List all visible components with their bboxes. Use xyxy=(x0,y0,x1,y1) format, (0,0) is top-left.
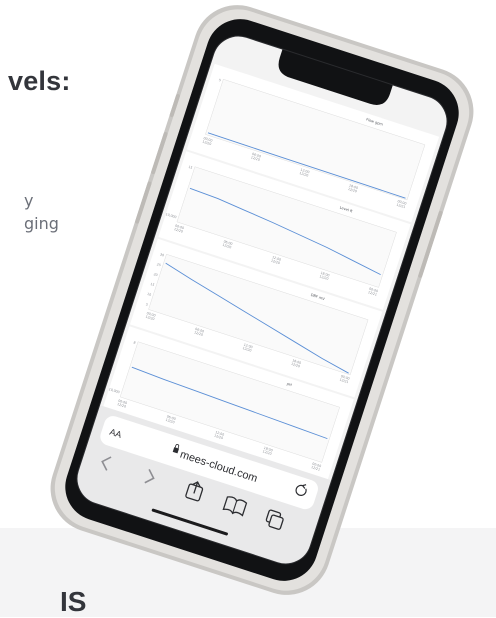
phone-mockup: Flow gpm500:0012/2006:0012/2012:0012/201… xyxy=(50,5,474,595)
